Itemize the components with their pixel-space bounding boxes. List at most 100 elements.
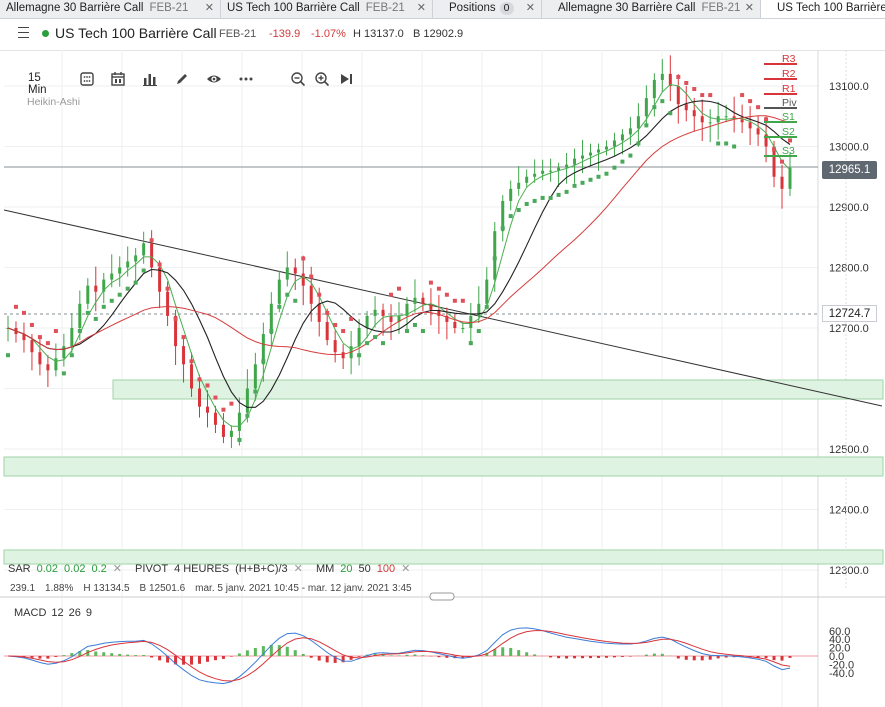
zoom-in-icon[interactable] xyxy=(314,71,330,87)
macd-histogram-bar xyxy=(692,656,696,661)
candle-body xyxy=(309,285,313,304)
sar-label[interactable]: SAR xyxy=(8,563,31,575)
macd-histogram-bar xyxy=(660,653,664,656)
macd-histogram-bar xyxy=(405,654,409,656)
candle-body xyxy=(469,315,473,328)
sar-dot xyxy=(628,153,633,158)
macd-histogram-bar xyxy=(237,653,241,656)
sar-param: 0.02 xyxy=(64,563,86,575)
candle-body xyxy=(78,303,82,328)
candle-body xyxy=(301,273,305,286)
y-axis-tick-label: 13000.0 xyxy=(829,142,869,154)
current-price-tag: 12965.1 xyxy=(822,161,877,179)
candle-body xyxy=(293,267,297,274)
sar-dot xyxy=(452,298,457,303)
sar-dot xyxy=(333,322,338,327)
macd-label[interactable]: MACD xyxy=(14,607,46,619)
macd-histogram-bar xyxy=(221,656,225,659)
candle-body xyxy=(118,267,122,274)
candle-body xyxy=(660,73,664,80)
macd-histogram-bar xyxy=(54,656,58,657)
sar-dot xyxy=(13,304,18,309)
chart-type-label: Heikin-Ashi xyxy=(27,96,81,108)
candle-body xyxy=(229,430,233,437)
ma-param: 20 xyxy=(340,563,353,575)
ma-label[interactable]: MM xyxy=(316,563,334,575)
macd-histogram-bar xyxy=(676,656,680,659)
candle-body xyxy=(86,285,90,304)
macd-histogram-bar xyxy=(134,655,138,656)
candle-body xyxy=(453,321,457,328)
candle-body xyxy=(612,140,616,147)
macd-histogram-bar xyxy=(110,653,114,656)
macd-histogram-bar xyxy=(94,651,98,656)
macd-histogram-bar xyxy=(596,656,600,658)
candle-body xyxy=(461,328,465,329)
price-chart[interactable]: 13100.013000.012900.012800.012700.012600… xyxy=(0,0,885,707)
sar-dot xyxy=(468,341,473,346)
sar-dot xyxy=(516,208,521,213)
sar-dot xyxy=(21,310,26,315)
candle-body xyxy=(589,152,593,156)
zoom-out-icon[interactable] xyxy=(290,71,306,87)
candle-body xyxy=(381,309,385,316)
candle-body xyxy=(517,182,521,189)
sar-dot xyxy=(740,93,745,98)
candle-body xyxy=(724,116,728,118)
calendar-icon[interactable] xyxy=(110,71,126,87)
macd-histogram-bar xyxy=(628,656,632,657)
candle-body xyxy=(213,412,217,425)
macd-histogram-bar xyxy=(253,647,257,656)
candle-body xyxy=(237,412,241,431)
pivot-label[interactable]: PIVOT xyxy=(135,563,168,575)
sar-dot xyxy=(708,93,713,98)
candle-body xyxy=(708,122,712,124)
macd-histogram-bar xyxy=(652,653,656,656)
sar-dot xyxy=(341,329,346,334)
eye-icon[interactable] xyxy=(206,71,222,87)
sar-dot xyxy=(572,183,577,188)
calculator-icon[interactable] xyxy=(79,71,95,87)
sar-dot xyxy=(349,316,354,321)
candle-body xyxy=(596,149,600,153)
candle-body xyxy=(70,328,74,347)
macd-histogram-bar xyxy=(150,656,154,658)
macd-histogram-bar xyxy=(549,656,553,658)
ma-param: 100 xyxy=(376,563,396,575)
sar-dot xyxy=(756,105,761,110)
sar-param: 0.2 xyxy=(91,563,107,575)
draw-pencil-icon[interactable] xyxy=(174,71,190,87)
candle-body xyxy=(700,116,704,123)
indicator-legend: SAR 0.02 0.02 0.2 ✕ PIVOT 4 HEURES (H+B+C)/3 ✕ … xyxy=(8,562,420,575)
remove-sar-icon[interactable]: ✕ xyxy=(113,563,122,575)
bar-chart-icon[interactable] xyxy=(142,71,158,87)
sar-dot xyxy=(109,298,114,303)
sar-dot xyxy=(149,238,154,243)
sar-dot xyxy=(125,286,130,291)
macd-histogram-bar xyxy=(716,656,720,659)
macd-histogram-bar xyxy=(118,653,122,656)
go-to-latest-icon[interactable] xyxy=(338,71,354,87)
macd-histogram-bar xyxy=(501,647,505,656)
sar-dot xyxy=(524,201,529,206)
pivot-param: 4 HEURES xyxy=(174,563,230,575)
macd-histogram-bar xyxy=(644,654,648,656)
macd-histogram-bar xyxy=(589,656,593,659)
sar-dot xyxy=(764,117,769,122)
remove-pivot-icon[interactable]: ✕ xyxy=(294,563,303,575)
timeframe-select[interactable]: 15 Min xyxy=(28,72,47,96)
remove-ma-icon[interactable]: ✕ xyxy=(401,563,410,575)
more-options-icon[interactable] xyxy=(238,71,254,87)
candle-body xyxy=(581,155,585,159)
candle-body xyxy=(549,170,553,172)
macd-histogram-bar xyxy=(325,656,329,663)
candle-body xyxy=(198,388,202,407)
sar-dot xyxy=(420,329,425,334)
sar-dot xyxy=(37,335,42,340)
support-zone xyxy=(3,456,884,477)
candle-body xyxy=(365,315,369,328)
candle-body xyxy=(748,122,752,129)
sar-dot xyxy=(636,141,641,146)
macd-histogram-bar xyxy=(245,650,249,656)
candle-body xyxy=(644,98,648,117)
